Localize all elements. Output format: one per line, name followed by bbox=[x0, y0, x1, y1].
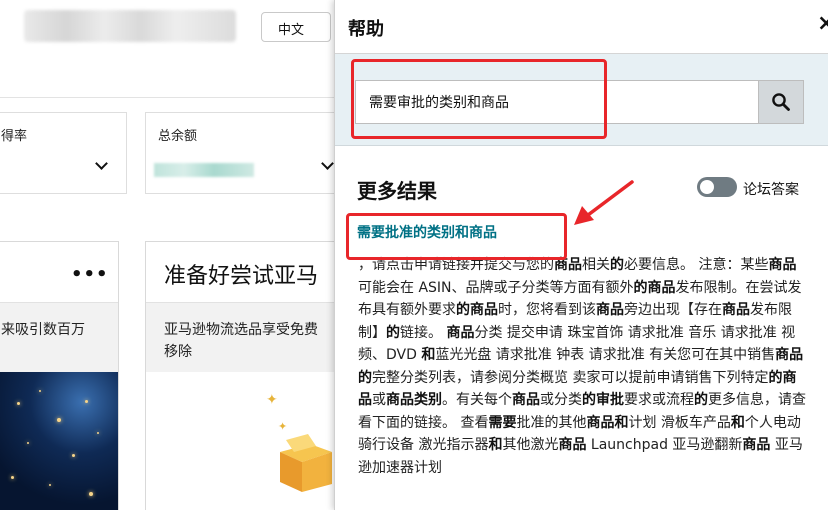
promo-text: 移除 bbox=[164, 344, 192, 360]
earth-night-image bbox=[0, 372, 118, 510]
toggle-knob bbox=[700, 180, 714, 194]
snippet-segment: 的商品 bbox=[633, 279, 676, 296]
snippet-segment: 商品和 bbox=[586, 414, 629, 431]
snippet-segment: 商品 bbox=[446, 324, 475, 341]
promo-text: 来吸引数百万 bbox=[1, 322, 85, 338]
chevron-down-icon[interactable] bbox=[321, 157, 334, 170]
more-options-icon[interactable]: ••• bbox=[71, 264, 109, 285]
promo-card-right: 准备好尝试亚马 亚马逊物流选品享受免费 移除 ✦ ✦ bbox=[145, 241, 334, 510]
snippet-segment: 的审批 bbox=[582, 392, 624, 408]
forum-answers-label: 论坛答案 bbox=[743, 182, 799, 198]
snippet-segment: 商品 bbox=[512, 392, 540, 408]
snippet-segment: 和 bbox=[488, 437, 503, 453]
language-button[interactable]: 中文 bbox=[261, 12, 331, 42]
snippet-segment: 和 bbox=[421, 347, 436, 363]
results-heading: 更多结果 bbox=[357, 179, 437, 203]
promo-card-left: ••• 来吸引数百万 bbox=[0, 241, 119, 510]
snippet-segment: 其他激光 bbox=[502, 437, 559, 453]
search-button[interactable] bbox=[758, 80, 804, 124]
snippet-segment: Launchpad 亚马逊翻新 bbox=[586, 437, 743, 453]
snippet-segment: 。有关每个 bbox=[442, 392, 512, 408]
promo-text-band: 亚马逊物流选品享受免费 移除 bbox=[146, 302, 334, 372]
metric-card-balance[interactable]: 总余额 bbox=[145, 112, 334, 194]
promo-text-band: 来吸引数百万 bbox=[0, 302, 118, 372]
snippet-segment: 要求或流程 bbox=[624, 392, 694, 408]
search-area bbox=[335, 54, 828, 146]
snippet-segment: 或分类 bbox=[540, 392, 582, 408]
metric-card-rate[interactable]: 得率 bbox=[0, 112, 127, 194]
search-icon bbox=[772, 93, 790, 111]
snippet-segment: 相关 bbox=[582, 257, 610, 273]
snippet-segment: 商品类别 bbox=[386, 392, 442, 408]
snippet-segment: 链接。 bbox=[400, 324, 447, 341]
snippet-segment: 批准的其他 bbox=[516, 414, 587, 431]
snippet-segment: 商品 bbox=[558, 437, 587, 453]
snippet-segment: 商品 bbox=[722, 302, 750, 318]
forum-answers-toggle[interactable] bbox=[697, 177, 737, 197]
snippet-segment: 需要 bbox=[488, 414, 517, 431]
background-page: 中文 得率 总余额 ••• 来吸引数百万 准备好尝试亚马 亚马逊物流选品享受免费… bbox=[0, 0, 334, 510]
help-title: 帮助 bbox=[348, 19, 384, 40]
snippet-segment: 旁边出现【存在 bbox=[624, 302, 722, 318]
snippet-segment: 计划 滑板车产品 bbox=[628, 414, 731, 431]
snippet-segment: 商品 bbox=[554, 257, 582, 273]
snippet-segment: 的 bbox=[694, 392, 708, 408]
promo-text: 亚马逊物流选品享受免费 bbox=[164, 322, 318, 338]
snippet-segment: ，请点击申请链接并提交与您的 bbox=[358, 257, 554, 273]
snippet-segment: 商品 bbox=[742, 437, 771, 453]
metric-label: 总余额 bbox=[158, 129, 198, 144]
snippet-segment: 的商品 bbox=[456, 302, 498, 318]
blurred-balance-value bbox=[154, 163, 254, 177]
snippet-segment: 的 bbox=[386, 324, 400, 341]
metric-label: 得率 bbox=[1, 129, 28, 144]
chevron-down-icon[interactable] bbox=[95, 157, 108, 170]
header-divider bbox=[0, 97, 334, 98]
snippet-segment: 商品 bbox=[768, 257, 797, 273]
promo-title: 准备好尝试亚马 bbox=[164, 264, 319, 289]
blurred-store-name bbox=[24, 10, 236, 42]
snippet-segment: 完整分类列表，请参阅分类概览 卖家可以提前申请销售下列特定 bbox=[372, 369, 769, 386]
snippet-segment: 的 bbox=[610, 257, 624, 273]
snippet-segment: 蓝光光盘 请求批准 钟表 请求批准 有关您可在其中销售 bbox=[435, 347, 776, 363]
snippet-segment: 可能会在 ASIN、品牌或子分类等方面有额外 bbox=[358, 279, 634, 296]
result-title-link[interactable]: 需要批准的类别和商品 bbox=[357, 222, 497, 242]
snippet-segment: 商品 bbox=[596, 302, 624, 318]
snippet-segment: 或 bbox=[372, 392, 386, 408]
snippet-segment: 时，您将看到该 bbox=[498, 302, 596, 318]
package-box-icon bbox=[280, 434, 332, 492]
close-icon[interactable]: × bbox=[817, 13, 828, 35]
snippet-segment: 必要信息。 注意：某些 bbox=[624, 257, 769, 273]
result-snippet: ，请点击申请链接并提交与您的商品相关的必要信息。 注意：某些商品可能会在 ASI… bbox=[358, 254, 806, 479]
snippet-segment: 和 bbox=[730, 414, 745, 431]
help-header: 帮助 × bbox=[335, 0, 828, 54]
help-search-input[interactable] bbox=[355, 80, 758, 124]
sparkle-icon: ✦ bbox=[266, 392, 278, 408]
help-panel: 帮助 × 更多结果 论坛答案 需要批准的类别和商品 ，请点击申请链接并提交与您的… bbox=[334, 0, 828, 510]
